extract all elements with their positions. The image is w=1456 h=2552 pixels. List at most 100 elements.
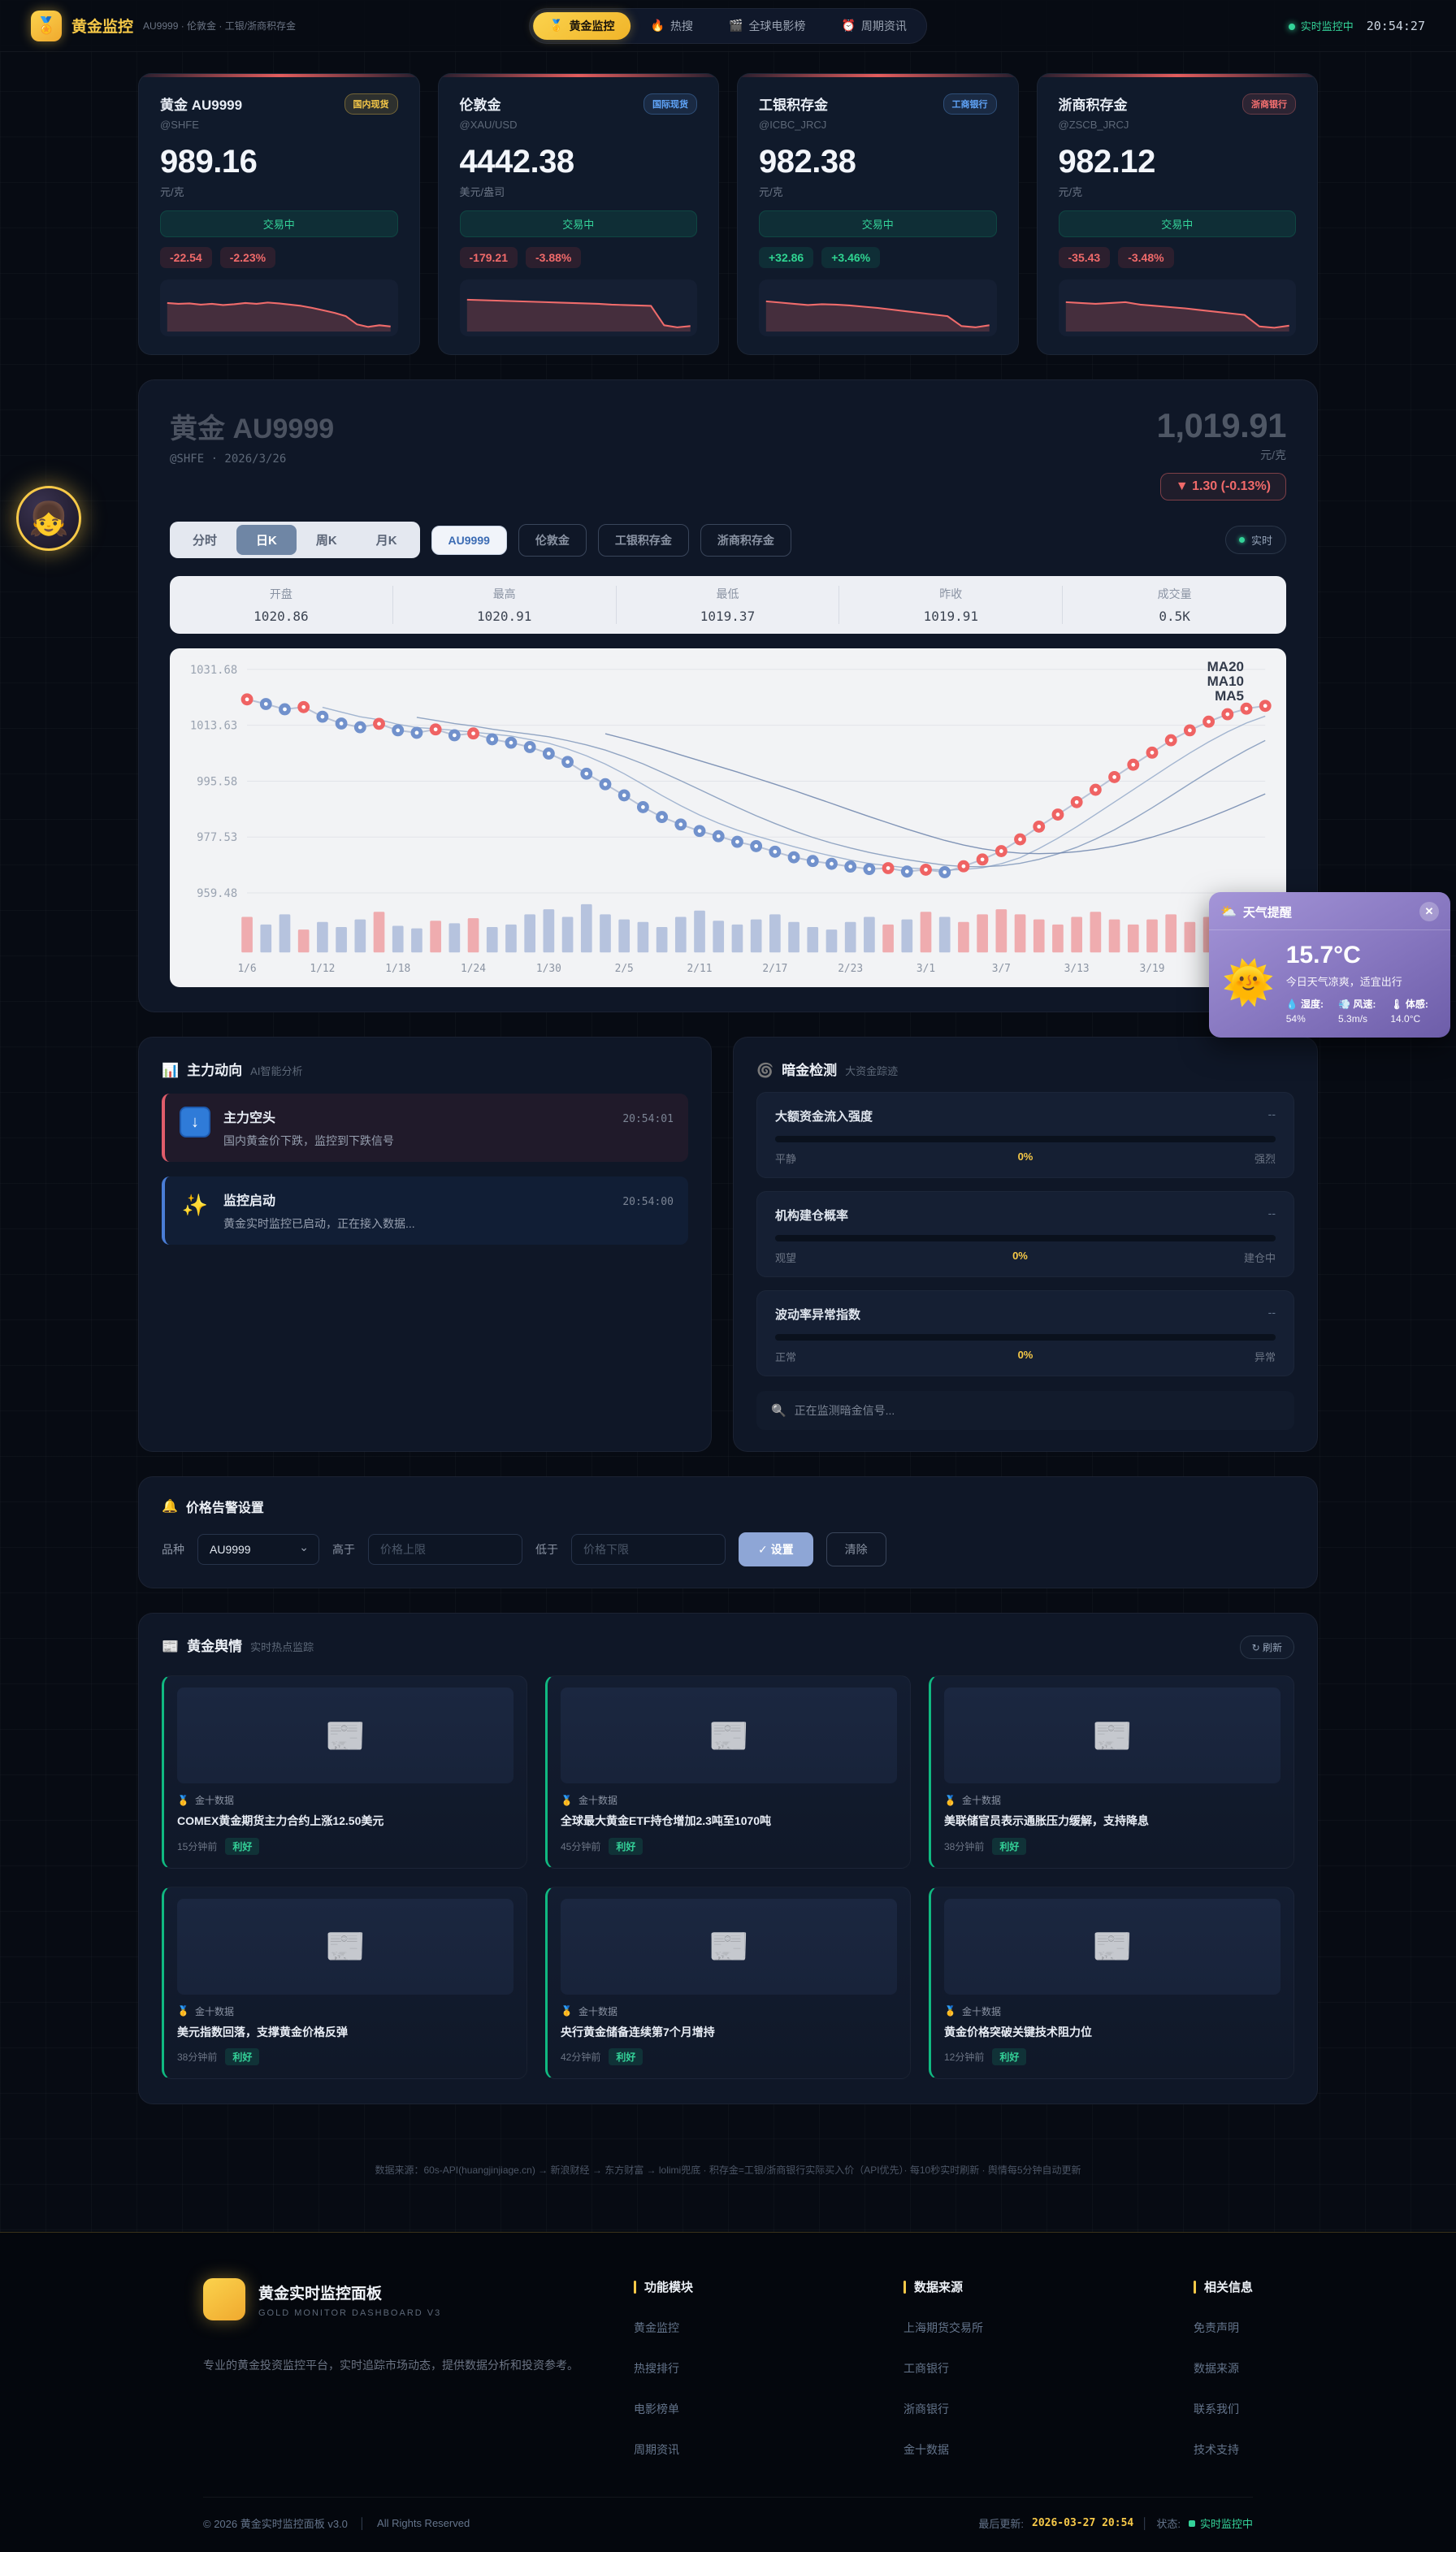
- progress-track: [775, 1136, 1276, 1142]
- lower-price-input[interactable]: [571, 1534, 726, 1565]
- news-thumbnail: 📰: [177, 1688, 514, 1783]
- footer-col-info: 相关信息 免责声明 数据来源 联系我们 技术支持: [1194, 2278, 1253, 2458]
- live-pill[interactable]: 实时: [1225, 526, 1286, 554]
- dark-gold-panel: 🌀 暗金检测 大资金踪迹 大额资金流入强度 -- 平静 0% 强烈 机构建仓概: [733, 1037, 1318, 1452]
- nav-tab-cycle-news[interactable]: ⏰ 周期资讯: [825, 12, 922, 40]
- humidity-stat: 💧 湿度: 54%: [1286, 997, 1324, 1025]
- sparkline-chart: [465, 283, 693, 333]
- card-unit: 元/克: [1059, 184, 1297, 199]
- kline-chart-area[interactable]: 1031.681013.63995.58977.53959.481/61/121…: [170, 648, 1286, 987]
- price-cards-row: 黄金 AU9999 国内现货 @SHFE 989.16 元/克 交易中 -22.…: [138, 73, 1318, 355]
- nav-tab-gold-monitor[interactable]: 🥇 黄金监控: [533, 12, 630, 40]
- symbol-tab-london[interactable]: 伦敦金: [518, 524, 587, 557]
- feed-item-startup[interactable]: ✨ 监控启动 20:54:00 黄金实时监控已启动，正在接入数据...: [162, 1176, 688, 1245]
- card-accent: [1038, 74, 1318, 77]
- news-grid: 📰🥇金十数据COMEX黄金期货主力合约上涨12.50美元15分钟前利好📰🥇金十数…: [162, 1675, 1294, 2079]
- app-logo-icon: 🏅: [31, 11, 62, 41]
- change-value: -22.54: [160, 247, 212, 268]
- sparkline-box: [160, 279, 398, 336]
- feed-item-bearish[interactable]: ↓ 主力空头 20:54:01 国内黄金价下跌，监控到下跌信号: [162, 1094, 688, 1162]
- change-percent: -3.48%: [1118, 247, 1173, 268]
- set-alert-button[interactable]: ✓ 设置: [739, 1532, 813, 1566]
- news-title: COMEX黄金期货主力合约上涨12.50美元: [177, 1813, 514, 1830]
- sentiment-badge: 利好: [225, 1838, 259, 1855]
- period-tab-daily[interactable]: 日K: [236, 525, 297, 555]
- footer-col-modules: 功能模块 黄金监控 热搜排行 电影榜单 周期资讯: [634, 2278, 693, 2458]
- newspaper-icon: 📰: [325, 1717, 366, 1755]
- footer-link[interactable]: 热搜排行: [634, 2360, 693, 2377]
- change-percent: -3.88%: [526, 247, 581, 268]
- wind-icon: 💨: [1338, 999, 1350, 1010]
- footer-link[interactable]: 上海期货交易所: [904, 2320, 983, 2336]
- footer-link[interactable]: 周期资讯: [634, 2442, 693, 2458]
- rights: All Rights Reserved: [377, 2517, 470, 2529]
- weather-close-button[interactable]: ✕: [1419, 902, 1439, 921]
- thermometer-icon: 🌡: [1390, 999, 1402, 1010]
- news-title: 美元指数回落，支撑黄金价格反弹: [177, 2025, 514, 2041]
- stat-low: 1019.37: [617, 609, 839, 624]
- symbol-tab-au9999[interactable]: AU9999: [431, 526, 507, 555]
- nav-tab-hot-search[interactable]: 🔥 热搜: [635, 12, 709, 40]
- feed-time: 20:54:00: [622, 1196, 674, 1208]
- footer-link[interactable]: 黄金监控: [634, 2320, 693, 2336]
- period-tab-monthly[interactable]: 月K: [357, 525, 417, 555]
- above-label: 高于: [332, 1541, 355, 1558]
- live-dot-icon: [1289, 24, 1295, 30]
- news-source: 金十数据: [578, 1793, 618, 1807]
- svg-text:995.58: 995.58: [197, 775, 237, 788]
- temperature: 15.7°C: [1286, 942, 1428, 969]
- chart-change-pill: ▼ 1.30 (-0.13%): [1160, 473, 1286, 500]
- status-value: 实时监控中: [1189, 2515, 1253, 2531]
- price-card-au9999[interactable]: 黄金 AU9999 国内现货 @SHFE 989.16 元/克 交易中 -22.…: [138, 73, 420, 355]
- price-card-icbc-gold[interactable]: 工银积存金 工商银行 @ICBC_JRCJ 982.38 元/克 交易中 +32…: [737, 73, 1019, 355]
- card-price: 4442.38: [460, 144, 698, 180]
- period-tab-weekly[interactable]: 周K: [297, 525, 357, 555]
- footer-brand-sub: GOLD MONITOR DASHBOARD V3: [258, 2308, 441, 2318]
- news-time: 38分钟前: [177, 2050, 217, 2064]
- news-card[interactable]: 📰🥇金十数据美联储官员表示通胀压力缓解，支持降息38分钟前利好: [929, 1675, 1294, 1869]
- chart-current-price: 1,019.91: [1157, 406, 1287, 445]
- footer-link[interactable]: 数据来源: [1194, 2360, 1253, 2377]
- refresh-button[interactable]: ↻ 刷新: [1240, 1636, 1294, 1659]
- news-card[interactable]: 📰🥇金十数据美元指数回落，支撑黄金价格反弹38分钟前利好: [162, 1887, 527, 2080]
- card-name: 黄金 AU9999: [160, 93, 242, 114]
- footer-link[interactable]: 金十数据: [904, 2442, 983, 2458]
- footer-link[interactable]: 工商银行: [904, 2360, 983, 2377]
- period-tab-minute[interactable]: 分时: [173, 525, 236, 555]
- svg-text:3/13: 3/13: [1064, 963, 1090, 975]
- symbol-select[interactable]: AU9999: [197, 1534, 319, 1565]
- card-code: @ICBC_JRCJ: [759, 119, 997, 131]
- price-card-zs-gold[interactable]: 浙商积存金 浙商银行 @ZSCB_JRCJ 982.12 元/克 交易中 -35…: [1037, 73, 1319, 355]
- footer-link[interactable]: 联系我们: [1194, 2401, 1253, 2417]
- footer-link[interactable]: 技术支持: [1194, 2442, 1253, 2458]
- nav-tab-movie-chart[interactable]: 🎬 全球电影榜: [713, 12, 821, 40]
- stat-label: 昨收: [839, 586, 1062, 602]
- svg-text:3/1: 3/1: [916, 963, 935, 975]
- card-badge: 国际现货: [644, 93, 697, 115]
- upper-price-input[interactable]: [368, 1534, 522, 1565]
- news-thumbnail: 📰: [944, 1688, 1280, 1783]
- clear-alert-button[interactable]: 清除: [826, 1532, 886, 1566]
- footer-link[interactable]: 浙商银行: [904, 2401, 983, 2417]
- news-card[interactable]: 📰🥇金十数据央行黄金储备连续第7个月增持42分钟前利好: [545, 1887, 911, 2080]
- price-card-london-gold[interactable]: 伦敦金 国际现货 @XAU/USD 4442.38 美元/盎司 交易中 -179…: [438, 73, 720, 355]
- symbol-tab-zscb[interactable]: 浙商积存金: [700, 524, 791, 557]
- symbol-tab-icbc[interactable]: 工银积存金: [598, 524, 689, 557]
- col-accent-bar: [634, 2281, 636, 2294]
- weather-description: 今日天气凉爽，适宜出行: [1286, 973, 1428, 989]
- down-arrow-icon: ↓: [180, 1107, 210, 1137]
- news-thumbnail: 📰: [944, 1899, 1280, 1995]
- news-card[interactable]: 📰🥇金十数据COMEX黄金期货主力合约上涨12.50美元15分钟前利好: [162, 1675, 527, 1869]
- footer-link[interactable]: 电影榜单: [634, 2401, 693, 2417]
- market-status: 交易中: [460, 210, 698, 237]
- fire-icon: 🔥: [651, 19, 665, 32]
- sparkline-chart: [165, 283, 393, 333]
- footer-link[interactable]: 免责声明: [1194, 2320, 1253, 2336]
- news-card[interactable]: 📰🥇金十数据全球最大黄金ETF持仓增加2.3吨至1070吨45分钟前利好: [545, 1675, 911, 1869]
- news-source: 金十数据: [962, 2004, 1001, 2018]
- newspaper-icon: 📰: [708, 1717, 749, 1755]
- market-status: 交易中: [1059, 210, 1297, 237]
- change-value: +32.86: [759, 247, 813, 268]
- assistant-avatar[interactable]: 👧: [16, 486, 81, 551]
- news-card[interactable]: 📰🥇金十数据黄金价格突破关键技术阻力位12分钟前利好: [929, 1887, 1294, 2080]
